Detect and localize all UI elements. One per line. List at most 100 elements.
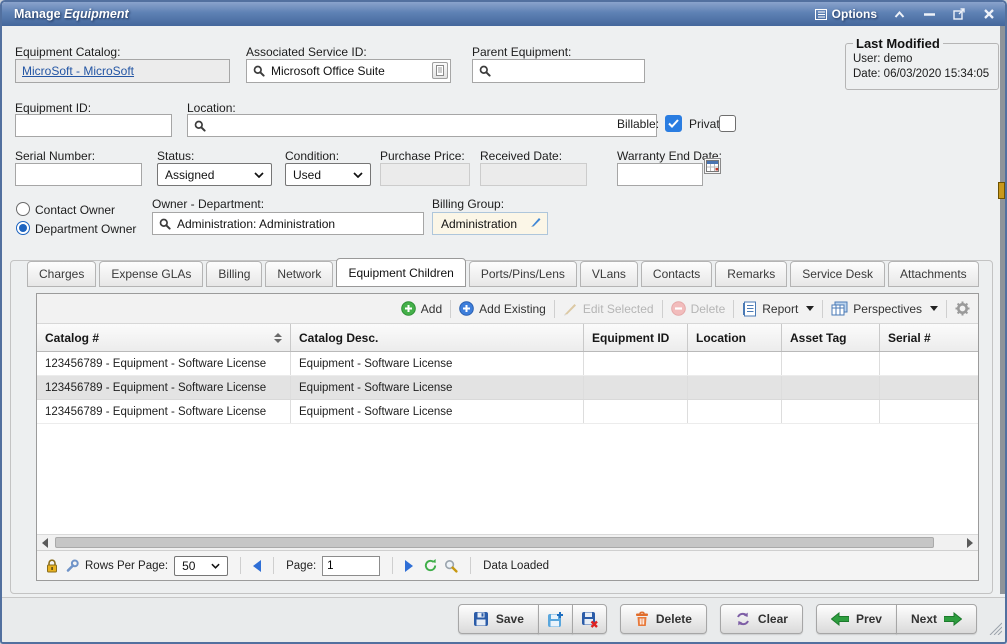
calendar-button[interactable] <box>704 158 721 174</box>
parent-equipment-field[interactable] <box>472 59 645 83</box>
column-header-catalog[interactable]: Catalog # <box>37 324 291 351</box>
chevron-down-icon <box>254 172 264 178</box>
received-date-label: Received Date: <box>480 149 562 163</box>
search-icon[interactable] <box>444 559 458 573</box>
collapse-button[interactable] <box>891 6 907 22</box>
page-scrollbar[interactable] <box>1000 26 1005 594</box>
rows-per-page-select[interactable]: 50 <box>174 556 228 576</box>
tab-equipment-children[interactable]: Equipment Children <box>336 258 465 287</box>
search-icon <box>479 65 491 77</box>
tab-ports-pins-lens[interactable]: Ports/Pins/Lens <box>469 261 577 287</box>
edit-selected-button[interactable]: Edit Selected <box>563 302 654 316</box>
condition-select[interactable]: Used <box>285 163 371 186</box>
horizontal-scrollbar[interactable] <box>37 534 978 551</box>
rows-per-page-label: Rows Per Page: <box>85 560 168 572</box>
grid-empty-area <box>37 424 978 534</box>
billing-group-field: Administration <box>432 212 548 235</box>
purchase-price-label: Purchase Price: <box>380 149 465 163</box>
billing-group-label: Billing Group: <box>432 197 504 211</box>
save-button[interactable]: Save <box>458 604 539 634</box>
save-plus-icon <box>547 611 564 628</box>
tab-vlans[interactable]: VLans <box>580 261 638 287</box>
equipment-children-grid: Add Add Existing Edit Selected Delete <box>36 293 979 581</box>
save-x-icon <box>581 611 598 628</box>
equipment-catalog-label: Equipment Catalog: <box>15 45 120 59</box>
tab-network[interactable]: Network <box>265 261 333 287</box>
tab-expense-glas[interactable]: Expense GLAs <box>99 261 203 287</box>
minimize-button[interactable] <box>921 6 937 22</box>
save-and-new-button[interactable] <box>538 604 573 634</box>
serial-number-input[interactable] <box>15 163 142 186</box>
serial-number-label: Serial Number: <box>15 149 95 163</box>
popout-button[interactable] <box>951 6 967 22</box>
tab-charges[interactable]: Charges <box>27 261 96 287</box>
footer-bar: Save Delete Clear Prev <box>2 597 1005 642</box>
status-value: Assigned <box>165 168 214 182</box>
sort-icon[interactable] <box>274 333 282 343</box>
resize-grip[interactable] <box>988 621 1002 640</box>
equipment-catalog-link[interactable]: MicroSoft - MicroSoft <box>22 64 134 78</box>
associated-service-id-field[interactable]: Microsoft Office Suite <box>246 59 451 83</box>
column-header-location[interactable]: Location <box>688 324 782 351</box>
options-button[interactable]: Options <box>815 7 877 21</box>
grid-status-text: Data Loaded <box>483 560 549 572</box>
popout-icon <box>953 8 965 20</box>
next-page-button[interactable] <box>405 560 413 572</box>
tab-contacts[interactable]: Contacts <box>641 261 712 287</box>
scroll-right-button[interactable] <box>962 535 978 550</box>
calendar-icon <box>706 160 719 172</box>
status-label: Status: <box>157 149 194 163</box>
column-header-asset-tag[interactable]: Asset Tag <box>782 324 880 351</box>
tab-service-desk[interactable]: Service Desk <box>790 261 885 287</box>
scroll-left-button[interactable] <box>37 535 53 550</box>
location-field[interactable] <box>187 114 657 137</box>
search-icon <box>159 218 171 230</box>
owner-department-field[interactable]: Administration: Administration <box>152 212 424 235</box>
grid-settings-button[interactable] <box>955 301 970 316</box>
tab-billing[interactable]: Billing <box>206 261 262 287</box>
delete-button[interactable]: Delete <box>620 604 707 634</box>
title-bar: Manage Equipment Options <box>2 2 1005 26</box>
column-header-equipment-id[interactable]: Equipment ID <box>584 324 688 351</box>
scroll-marker[interactable] <box>998 182 1005 199</box>
column-header-catalog-desc[interactable]: Catalog Desc. <box>291 324 584 351</box>
save-and-close-button[interactable] <box>572 604 607 634</box>
close-button[interactable] <box>981 6 997 22</box>
warranty-end-date-input[interactable] <box>617 163 703 186</box>
prev-page-button[interactable] <box>253 560 261 572</box>
next-button[interactable]: Next <box>896 604 977 634</box>
pencil-icon <box>530 216 542 228</box>
table-row[interactable]: 123456789 - Equipment - Software License… <box>37 376 978 400</box>
add-icon <box>401 301 416 316</box>
table-row[interactable]: 123456789 - Equipment - Software License… <box>37 352 978 376</box>
table-row[interactable]: 123456789 - Equipment - Software License… <box>37 400 978 424</box>
search-icon <box>253 65 265 77</box>
refresh-icon[interactable] <box>423 558 438 573</box>
wrench-icon[interactable] <box>65 559 79 573</box>
tab-remarks[interactable]: Remarks <box>715 261 787 287</box>
delete-row-button[interactable]: Delete <box>671 301 726 316</box>
prev-next-group: Prev Next <box>816 604 977 634</box>
prev-button[interactable]: Prev <box>816 604 897 634</box>
private-checkbox[interactable] <box>719 115 736 132</box>
page-number-input[interactable] <box>322 556 380 576</box>
department-owner-radio[interactable] <box>16 221 30 235</box>
clear-button[interactable]: Clear <box>720 604 803 634</box>
chevron-up-icon <box>894 11 905 18</box>
contact-owner-radio[interactable] <box>16 202 30 216</box>
chevron-down-icon <box>211 563 220 569</box>
service-detail-button[interactable] <box>432 62 448 79</box>
edit-pencil-button[interactable] <box>530 215 542 233</box>
status-select[interactable]: Assigned <box>157 163 272 186</box>
remove-icon <box>671 301 686 316</box>
add-button[interactable]: Add <box>401 301 442 316</box>
scrollbar-thumb[interactable] <box>55 537 934 548</box>
equipment-id-input[interactable] <box>15 114 172 137</box>
lock-icon[interactable] <box>45 559 59 573</box>
tab-attachments[interactable]: Attachments <box>888 261 979 287</box>
report-button[interactable]: Report <box>742 301 814 317</box>
add-existing-button[interactable]: Add Existing <box>459 301 546 316</box>
column-header-serial[interactable]: Serial # <box>880 324 978 351</box>
perspectives-button[interactable]: Perspectives <box>831 301 938 316</box>
billable-checkbox[interactable] <box>665 115 682 132</box>
